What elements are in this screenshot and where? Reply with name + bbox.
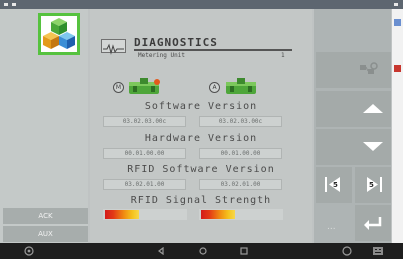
next-unit-badge: 5 bbox=[369, 181, 374, 189]
up-arrow-icon bbox=[363, 104, 383, 113]
rfid-software-version-value: 03.02.01.00 bbox=[199, 179, 282, 190]
keyboard-icon[interactable] bbox=[372, 246, 384, 256]
down-arrow-icon bbox=[363, 142, 383, 151]
software-version-value: 03.02.03.00c bbox=[199, 116, 282, 127]
software-version-label: Software Version bbox=[144, 101, 258, 112]
recents-square-icon[interactable] bbox=[240, 247, 248, 255]
signal-strength-bar bbox=[201, 210, 235, 219]
green-module-icon bbox=[224, 77, 258, 97]
unit-number: 1 bbox=[281, 52, 285, 59]
previous-unit-badge: 5 bbox=[333, 181, 338, 189]
waveform-icon bbox=[101, 39, 126, 55]
settings-button[interactable] bbox=[316, 52, 391, 88]
ellipsis-label: ... bbox=[327, 222, 336, 232]
page-title: DIAGNOSTICS bbox=[134, 36, 218, 49]
green-module-icon bbox=[127, 77, 161, 97]
status-bar bbox=[0, 0, 403, 9]
rfid-signal-meter bbox=[199, 209, 283, 220]
status-dot-icon bbox=[12, 3, 16, 6]
module-letter-badge: M bbox=[113, 82, 124, 93]
ack-button[interactable]: ACK bbox=[3, 208, 88, 224]
status-dot-icon bbox=[4, 3, 8, 6]
system-navigation-bar bbox=[0, 243, 403, 259]
edge-toolbar bbox=[392, 9, 403, 243]
software-version-value: 03.02.03.00c bbox=[103, 116, 186, 127]
connection-settings-icon bbox=[360, 62, 378, 74]
edit-icon[interactable] bbox=[394, 65, 401, 72]
next-unit-button[interactable]: 5 bbox=[355, 167, 391, 203]
rfid-software-version-value: 03.02.01.00 bbox=[103, 179, 186, 190]
home-circle-icon[interactable] bbox=[199, 247, 207, 255]
status-dot-icon bbox=[394, 3, 398, 6]
title-divider bbox=[134, 49, 292, 51]
more-button[interactable]: ... bbox=[316, 205, 352, 241]
hardware-version-label: Hardware Version bbox=[144, 133, 258, 144]
rfid-signal-strength-label: RFID Signal Strength bbox=[130, 195, 272, 206]
scroll-up-button[interactable] bbox=[316, 91, 391, 127]
aux-button[interactable]: AUX bbox=[3, 226, 88, 242]
hardware-version-value: 00.01.00.00 bbox=[199, 148, 282, 159]
scroll-down-button[interactable] bbox=[316, 129, 391, 165]
previous-unit-button[interactable]: 5 bbox=[316, 167, 352, 203]
hardware-version-value: 00.01.00.00 bbox=[103, 148, 186, 159]
rfid-signal-meter bbox=[103, 209, 187, 220]
hexagon-cubes-icon[interactable] bbox=[38, 13, 80, 55]
side-tool-icon[interactable] bbox=[394, 19, 401, 26]
module-letter-badge: A bbox=[209, 82, 220, 93]
app-switcher-icon[interactable] bbox=[24, 246, 34, 256]
rfid-software-version-label: RFID Software Version bbox=[127, 164, 275, 175]
camera-icon[interactable] bbox=[342, 246, 352, 256]
return-arrow-icon bbox=[364, 217, 382, 230]
signal-strength-bar bbox=[105, 210, 139, 219]
page-subtitle: Metering Unit bbox=[138, 52, 185, 59]
back-triangle-icon[interactable] bbox=[157, 247, 165, 255]
back-button[interactable] bbox=[355, 205, 391, 241]
